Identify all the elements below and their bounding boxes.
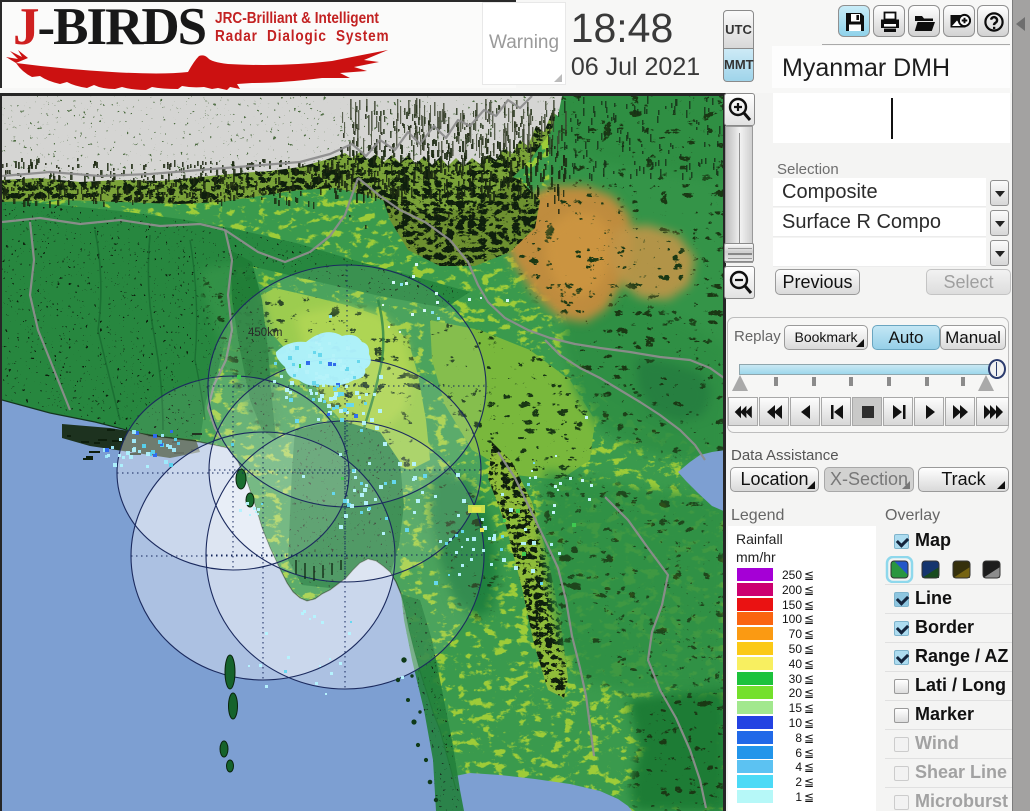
svg-text:450km: 450km bbox=[248, 327, 283, 339]
